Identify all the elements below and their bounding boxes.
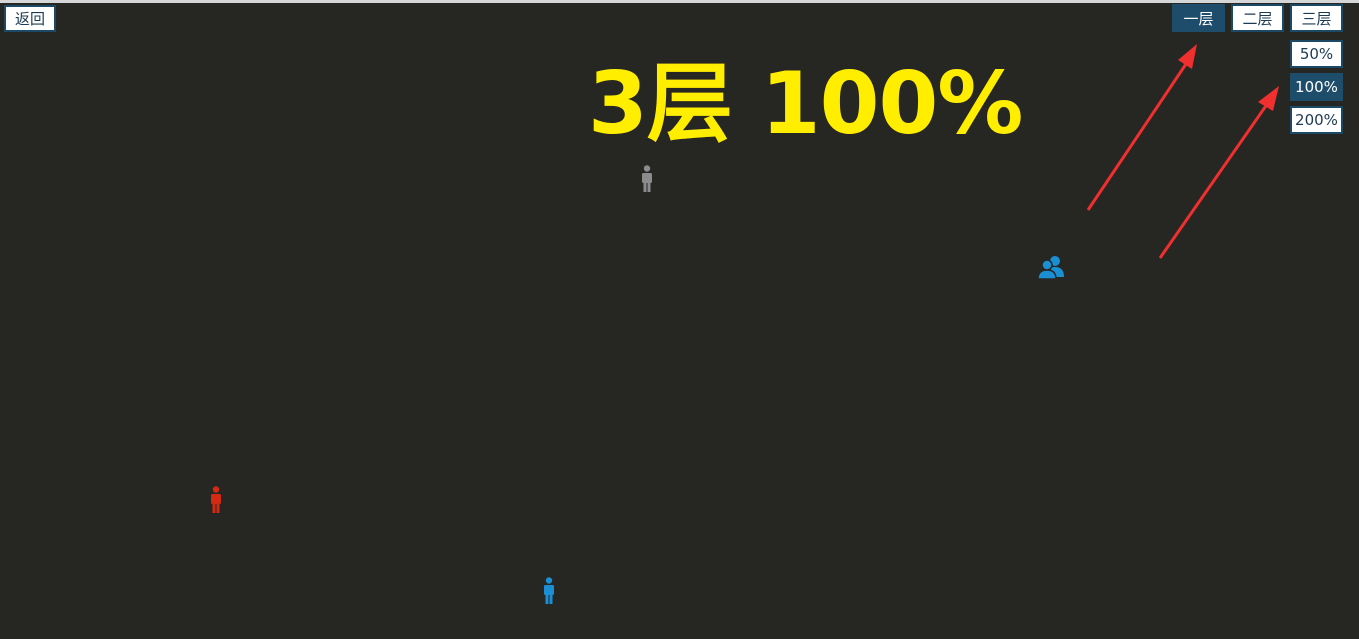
person-icon	[544, 577, 554, 604]
person-icon	[211, 486, 221, 513]
person-marker-blue[interactable]	[543, 577, 555, 605]
arrow-to-zoom-button	[1158, 86, 1279, 259]
group-marker-blue[interactable]	[1037, 255, 1067, 279]
person-icon	[642, 165, 652, 192]
person-marker-red[interactable]	[210, 486, 222, 514]
group-icon	[1037, 256, 1064, 279]
person-marker-gray[interactable]	[641, 165, 653, 193]
annotation-arrows	[1086, 44, 1279, 259]
arrow-to-floor-button	[1086, 44, 1197, 211]
